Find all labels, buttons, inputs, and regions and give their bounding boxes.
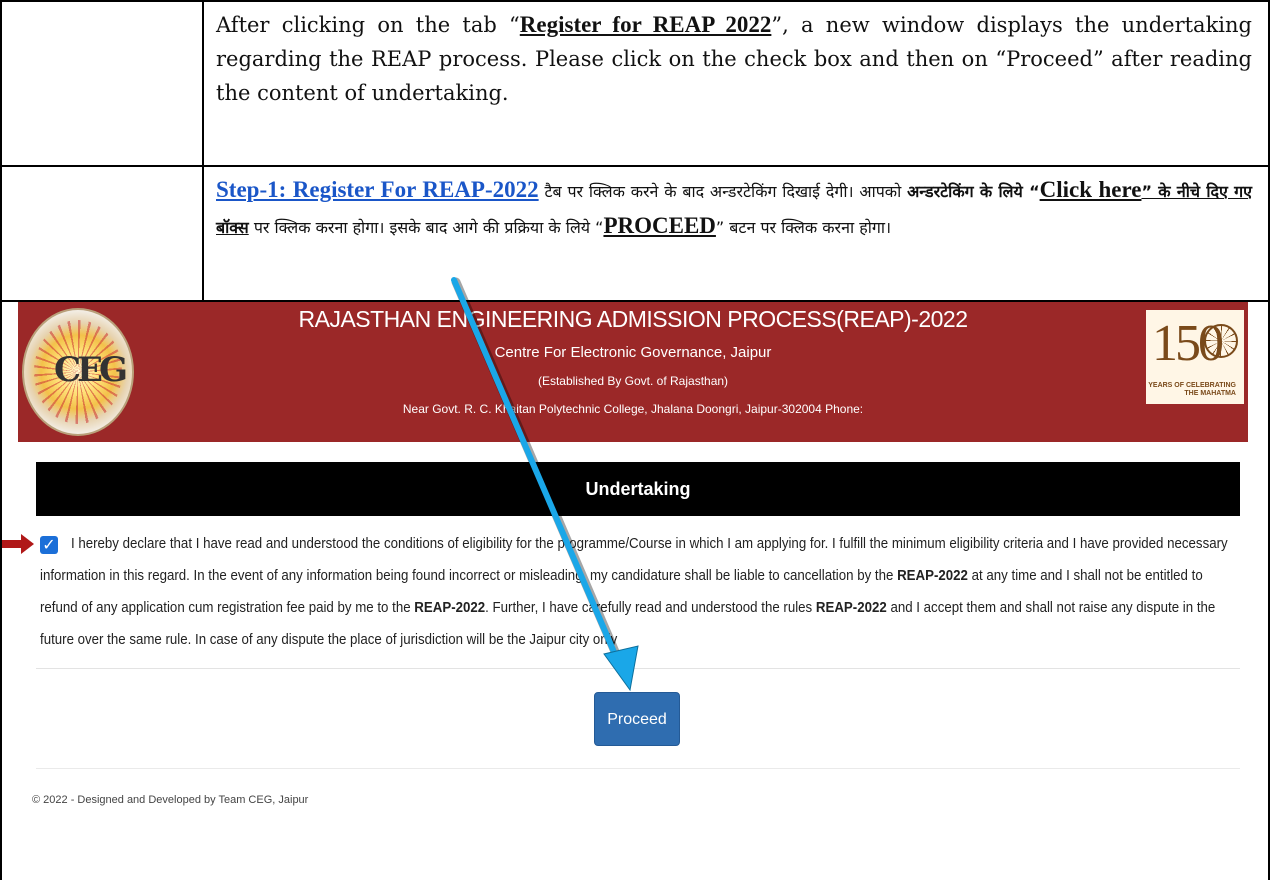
site-header: CEG RAJASTHAN ENGINEERING ADMISSION PROC… [18,302,1248,442]
undertaking-title: Undertaking [36,462,1240,516]
screenshot-panel: CEG RAJASTHAN ENGINEERING ADMISSION PROC… [0,300,1270,880]
hindi-bold-text: अन्डरटेकिंग के लिये “ [907,182,1040,201]
instruction-row-english: After clicking on the tab “Register for … [0,0,1270,165]
footer-text: © 2022 - Designed and Developed by Team … [32,794,309,806]
proceed-button[interactable]: Proceed [594,692,680,746]
empty-cell [2,167,204,300]
site-subtitle: Centre For Electronic Governance, Jaipur [494,344,772,361]
hindi-text: ” बटन पर क्लिक करना होगा। [715,218,892,237]
declaration-bold: REAP-2022 [414,600,486,616]
step1-link[interactable]: Step-1: Register For REAP-2022 [216,177,539,202]
gandhi-150-logo: 150 YEARS OF CELEBRATING THE MAHATMA [1146,310,1244,404]
red-pointer-arrow-icon [2,534,34,554]
logo-caption: YEARS OF CELEBRATING THE MAHATMA [1148,382,1236,397]
register-tab-name: Register for REAP 2022 [519,12,772,37]
declaration-part: . Further, I have carefully read and und… [485,600,816,616]
instruction-row-hindi: Step-1: Register For REAP-2022 टैब पर क्… [0,165,1270,300]
english-instruction-cell: After clicking on the tab “Register for … [216,8,1252,110]
established-note: (Established By Govt. of Rajasthan) [537,374,729,388]
proceed-word: PROCEED [603,213,716,238]
empty-cell [2,2,204,165]
address-line: Near Govt. R. C. Khaitan Polytechnic Col… [402,402,864,416]
hindi-instruction-cell: Step-1: Register For REAP-2022 टैब पर क्… [216,173,1252,245]
divider [36,768,1240,769]
english-instruction: After clicking on the tab “Register for … [216,8,1252,110]
click-here-text: Click here [1039,177,1142,202]
divider [36,668,1240,669]
declaration-bold: REAP-2022 [897,568,968,584]
charkha-icon [1204,324,1238,358]
site-title: RAJASTHAN ENGINEERING ADMISSION PROCESS(… [298,306,969,332]
hindi-instruction: Step-1: Register For REAP-2022 टैब पर क्… [216,173,1252,245]
undertaking-checkbox[interactable]: ✓ [40,536,58,554]
hindi-text: पर क्लिक करना होगा। इसके बाद आगे की प्रक… [248,218,604,237]
hindi-text: टैब पर क्लिक करने के बाद अन्डरटेकिंग दिख… [538,182,908,201]
instruction-text: After clicking on the tab “ [216,13,520,37]
declaration-bold: REAP-2022 [815,600,887,616]
declaration-text: I hereby declare that I have read and un… [40,528,1239,656]
